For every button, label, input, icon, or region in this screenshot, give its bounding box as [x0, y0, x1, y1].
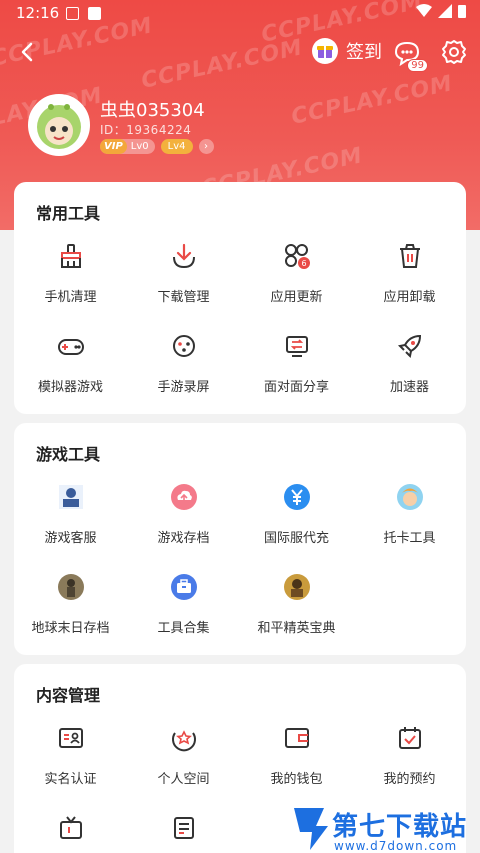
tool-toolbox[interactable]: 工具合集 — [127, 569, 240, 636]
tool-reservation[interactable]: 我的预约 — [353, 720, 466, 787]
record-icon — [166, 328, 202, 364]
tool-label: 应用卸载 — [383, 290, 436, 305]
watermark: CCPLAY.COM — [289, 71, 456, 130]
tool-screen-record[interactable]: 手游录屏 — [127, 328, 240, 395]
site-logo-url: www.d7down.com — [334, 839, 458, 853]
tool-toca[interactable]: 托卡工具 — [353, 479, 466, 546]
section-title: 内容管理 — [36, 686, 101, 705]
tool-label: 和平精英宝典 — [257, 621, 336, 636]
gift-icon — [312, 38, 338, 64]
rocket-icon — [392, 328, 428, 364]
tool-accelerator[interactable]: 加速器 — [353, 328, 466, 395]
tool-game-service[interactable]: 游戏客服 — [14, 479, 127, 546]
tool-app-update[interactable]: 6 应用更新 — [240, 238, 353, 305]
section-game-tools: 游戏工具 游戏客服 游戏存档 国际服代充 托卡工具 地球末日存档 工具合集 和平… — [14, 423, 466, 655]
tool-label: 模拟器游戏 — [37, 380, 103, 395]
toca-icon — [392, 479, 428, 515]
section-common-tools: 常用工具 手机清理 下载管理 6 应用更新 应用卸载 模拟器游戏 手游录屏 面对… — [14, 182, 466, 414]
tool-intl-recharge[interactable]: 国际服代充 — [240, 479, 353, 546]
level-badge[interactable]: Lv4 — [160, 139, 193, 154]
tool-label: 国际服代充 — [263, 531, 329, 546]
yuan-icon — [279, 479, 315, 515]
service-icon — [53, 479, 89, 515]
tool-label: 手机清理 — [44, 290, 97, 305]
broom-icon — [53, 238, 89, 274]
battery-icon — [458, 5, 466, 18]
signin-label: 签到 — [346, 42, 382, 63]
app-update-icon: 6 — [279, 238, 315, 274]
tool-tv[interactable] — [14, 810, 127, 846]
tool-document[interactable] — [127, 810, 240, 846]
section-title: 常用工具 — [36, 204, 101, 223]
tool-wallet[interactable]: 我的钱包 — [240, 720, 353, 787]
tool-face-share[interactable]: 面对面分享 — [240, 328, 353, 395]
message-count-badge: 99 — [407, 59, 428, 72]
message-button[interactable]: 99 — [392, 38, 428, 72]
tool-label: 手游录屏 — [157, 380, 210, 395]
tool-pubg-guide[interactable]: 和平精英宝典 — [240, 569, 353, 636]
trash-icon — [392, 238, 428, 274]
tool-personal-space[interactable]: 个人空间 — [127, 720, 240, 787]
tv-icon — [53, 810, 89, 846]
tool-label: 实名认证 — [44, 772, 97, 787]
tool-download-manager[interactable]: 下载管理 — [127, 238, 240, 305]
signal-icon — [438, 4, 452, 18]
vip-level: Lv0 — [130, 141, 149, 152]
share-icon — [279, 328, 315, 364]
site-logo-watermark: 第七下载站 www.d7down.com — [290, 804, 480, 853]
avatar-bug-icon — [37, 104, 81, 149]
back-icon[interactable] — [14, 38, 42, 66]
gamepad-icon — [53, 328, 89, 364]
cloud-upload-icon — [166, 479, 202, 515]
tool-label: 下载管理 — [157, 290, 210, 305]
chevron-right-icon[interactable]: › — [198, 139, 214, 154]
document-icon — [166, 810, 202, 846]
status-time: 12:16 — [16, 4, 60, 22]
earth-doom-icon — [53, 569, 89, 605]
tool-label: 游戏存档 — [157, 531, 210, 546]
tool-label: 托卡工具 — [383, 531, 436, 546]
tool-label: 我的预约 — [383, 772, 436, 787]
tool-label: 应用更新 — [270, 290, 323, 305]
calendar-check-icon — [392, 720, 428, 756]
notification-icon — [66, 7, 79, 20]
user-badges: VIP Lv0 Lv4 › — [100, 139, 214, 154]
notification-icon — [88, 7, 101, 20]
tool-real-name[interactable]: 实名认证 — [14, 720, 127, 787]
tool-game-save[interactable]: 游戏存档 — [127, 479, 240, 546]
signin-button[interactable]: 签到 — [312, 38, 382, 64]
toolbox-icon — [166, 569, 202, 605]
tool-label: 加速器 — [389, 380, 429, 395]
avatar[interactable] — [28, 94, 90, 156]
tool-app-uninstall[interactable]: 应用卸载 — [353, 238, 466, 305]
vip-badge[interactable]: VIP Lv0 — [100, 139, 155, 154]
username: 虫虫035304 — [100, 100, 205, 121]
star-space-icon — [166, 720, 202, 756]
settings-gear-icon[interactable] — [440, 38, 468, 66]
wifi-icon — [416, 4, 432, 17]
id-card-icon — [53, 720, 89, 756]
site-logo-title: 第七下载站 — [332, 812, 468, 842]
tool-label: 我的钱包 — [270, 772, 323, 787]
watermark: CCPLAY.COM — [139, 35, 306, 94]
pubg-icon — [279, 569, 315, 605]
tool-label: 面对面分享 — [263, 380, 329, 395]
wallet-icon — [279, 720, 315, 756]
status-bar: 12:16 — [0, 0, 480, 28]
user-id: ID：19364224 — [100, 123, 192, 137]
tool-label: 工具合集 — [157, 621, 210, 636]
vip-tag: VIP — [100, 139, 127, 154]
tool-phone-clean[interactable]: 手机清理 — [14, 238, 127, 305]
tool-emulator-games[interactable]: 模拟器游戏 — [14, 328, 127, 395]
svg-text:6: 6 — [301, 259, 306, 268]
tool-label: 地球末日存档 — [31, 621, 110, 636]
tool-label: 游戏客服 — [44, 531, 97, 546]
download-icon — [166, 238, 202, 274]
section-title: 游戏工具 — [36, 445, 101, 464]
tool-label: 个人空间 — [157, 772, 210, 787]
tool-earth-doom-save[interactable]: 地球末日存档 — [14, 569, 127, 636]
